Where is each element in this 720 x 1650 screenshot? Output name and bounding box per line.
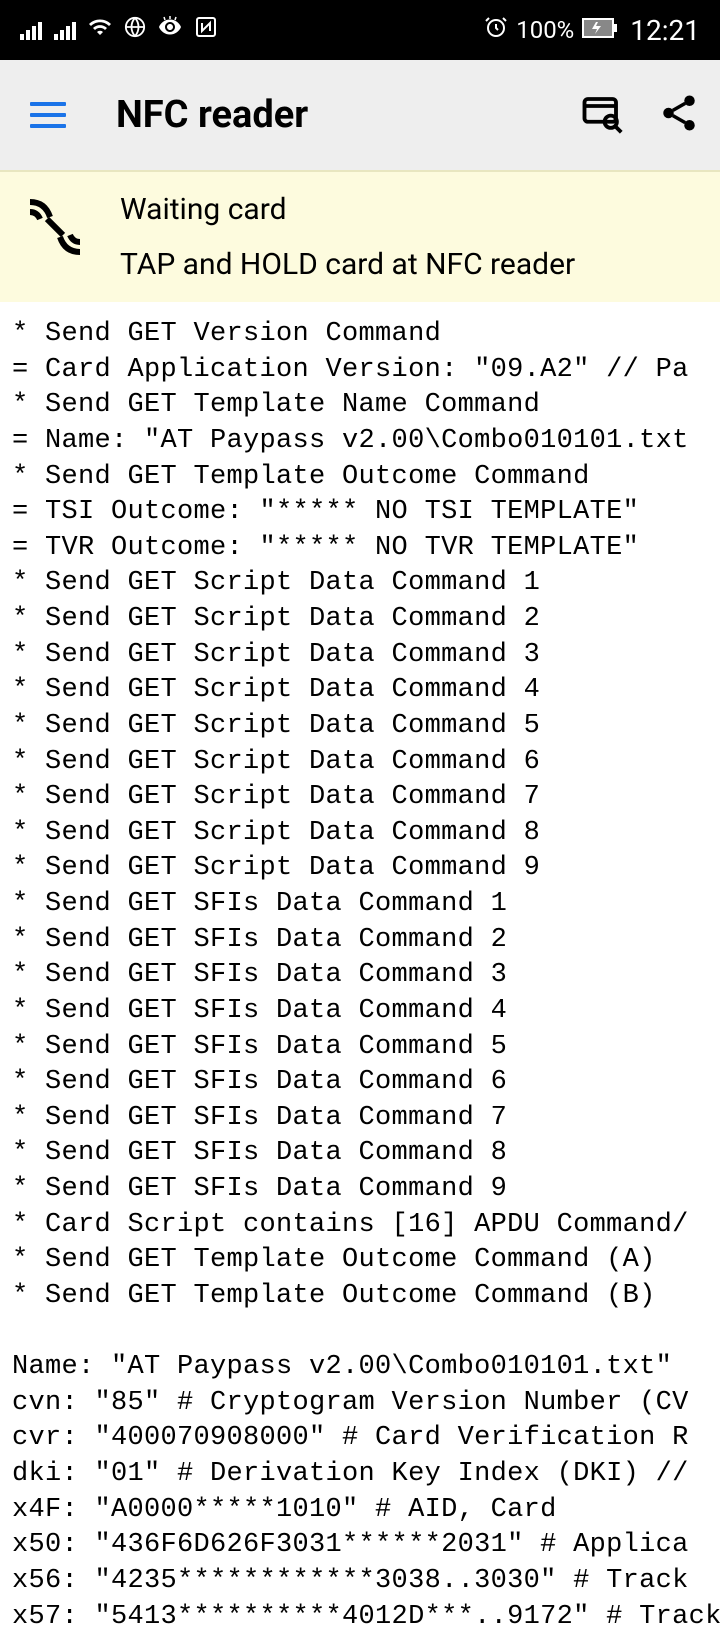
- banner-subtitle: TAP and HOLD card at NFC reader: [120, 247, 575, 282]
- battery-percent: 100%: [516, 16, 574, 44]
- app-title: NFC reader: [96, 93, 551, 137]
- battery-icon: [582, 16, 618, 44]
- nfc-wave-icon: [25, 197, 85, 257]
- nfc-status-icon: [194, 15, 218, 45]
- status-left: [20, 15, 218, 45]
- menu-button[interactable]: [30, 102, 66, 128]
- app-bar: NFC reader: [0, 60, 720, 170]
- waiting-banner: Waiting card TAP and HOLD card at NFC re…: [0, 170, 720, 302]
- alarm-icon: [484, 15, 508, 45]
- log-output[interactable]: * Send GET Version Command = Card Applic…: [0, 302, 720, 1650]
- signal-bars-2-icon: [54, 20, 76, 40]
- share-button[interactable]: [658, 92, 700, 138]
- card-search-button[interactable]: [581, 92, 623, 138]
- toolbar: [581, 92, 700, 138]
- status-bar: 100% 12:21: [0, 0, 720, 60]
- eye-icon: [158, 15, 182, 45]
- wifi-icon: [88, 15, 112, 45]
- status-right: 100% 12:21: [484, 14, 700, 47]
- globe-icon: [124, 16, 146, 44]
- banner-text: Waiting card TAP and HOLD card at NFC re…: [120, 192, 575, 282]
- clock-time: 12:21: [630, 14, 700, 47]
- banner-title: Waiting card: [120, 192, 575, 227]
- signal-bars-1-icon: [20, 20, 42, 40]
